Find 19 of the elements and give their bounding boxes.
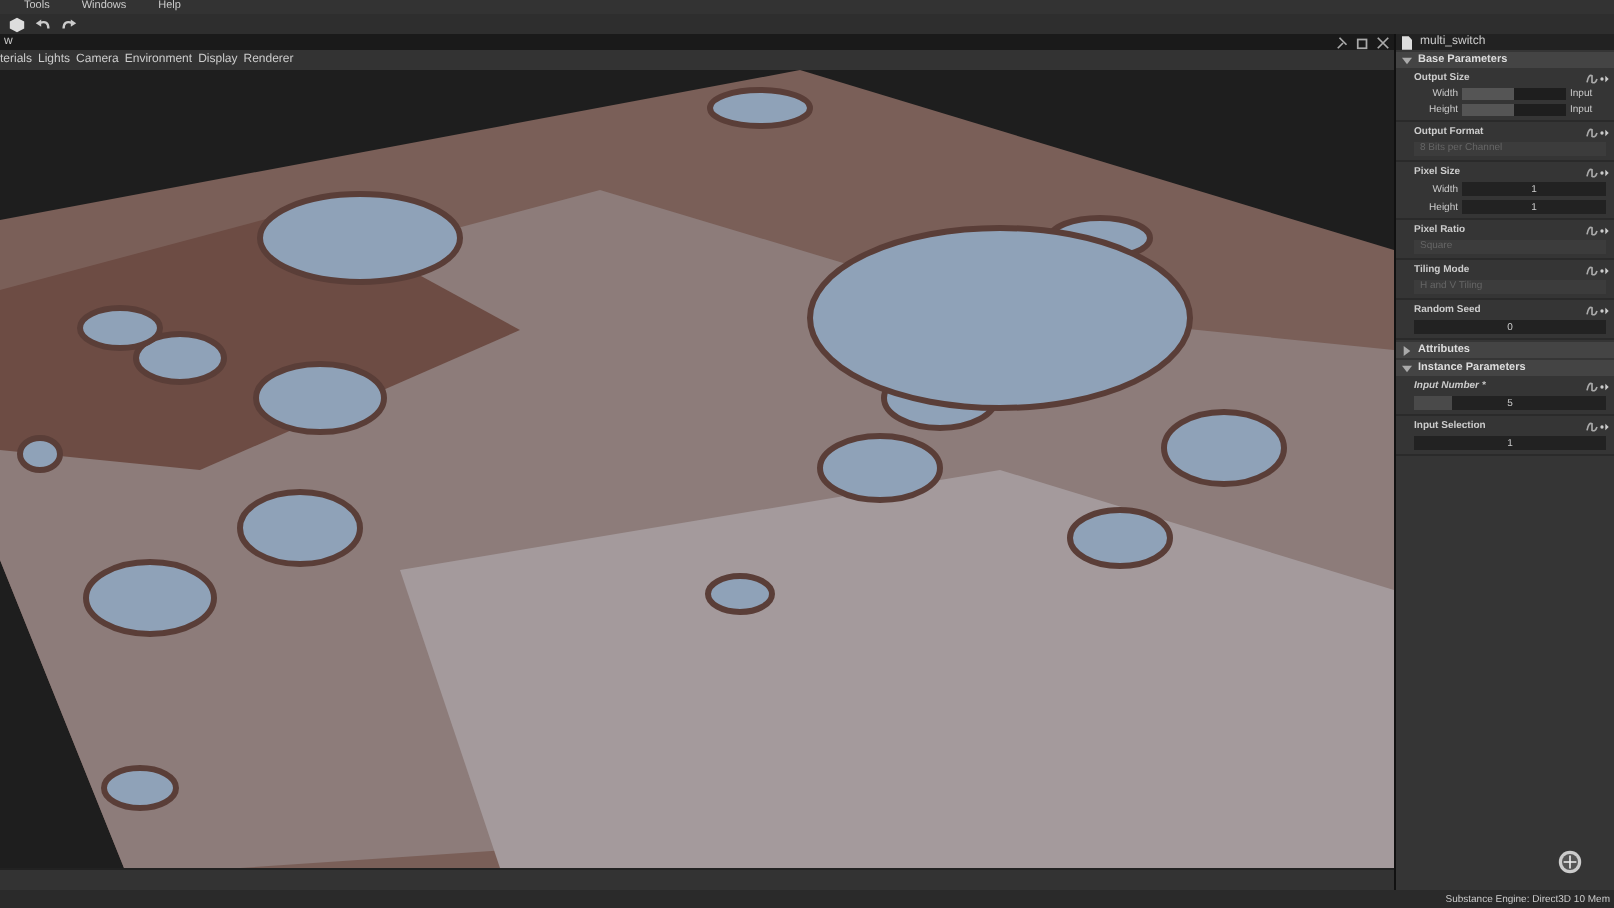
undo-icon[interactable] <box>34 15 52 33</box>
close-icon[interactable] <box>1376 35 1390 49</box>
function-icon[interactable] <box>1584 127 1610 137</box>
function-icon[interactable] <box>1584 225 1610 235</box>
function-icon[interactable] <box>1584 305 1610 315</box>
function-icon[interactable] <box>1584 167 1610 177</box>
slider[interactable] <box>1462 104 1566 116</box>
function-icon[interactable] <box>1584 265 1610 275</box>
expander-icon[interactable] <box>1402 55 1412 65</box>
slider[interactable] <box>1462 88 1566 100</box>
document-icon <box>1402 35 1412 49</box>
function-icon[interactable] <box>1584 421 1610 431</box>
expander-icon[interactable] <box>1402 345 1412 355</box>
expander-icon[interactable] <box>1402 363 1412 373</box>
function-icon[interactable] <box>1584 381 1610 391</box>
function-icon[interactable] <box>1584 73 1610 83</box>
float-icon[interactable] <box>1356 35 1370 49</box>
redo-icon[interactable] <box>60 15 78 33</box>
pin-icon[interactable] <box>1336 35 1350 49</box>
